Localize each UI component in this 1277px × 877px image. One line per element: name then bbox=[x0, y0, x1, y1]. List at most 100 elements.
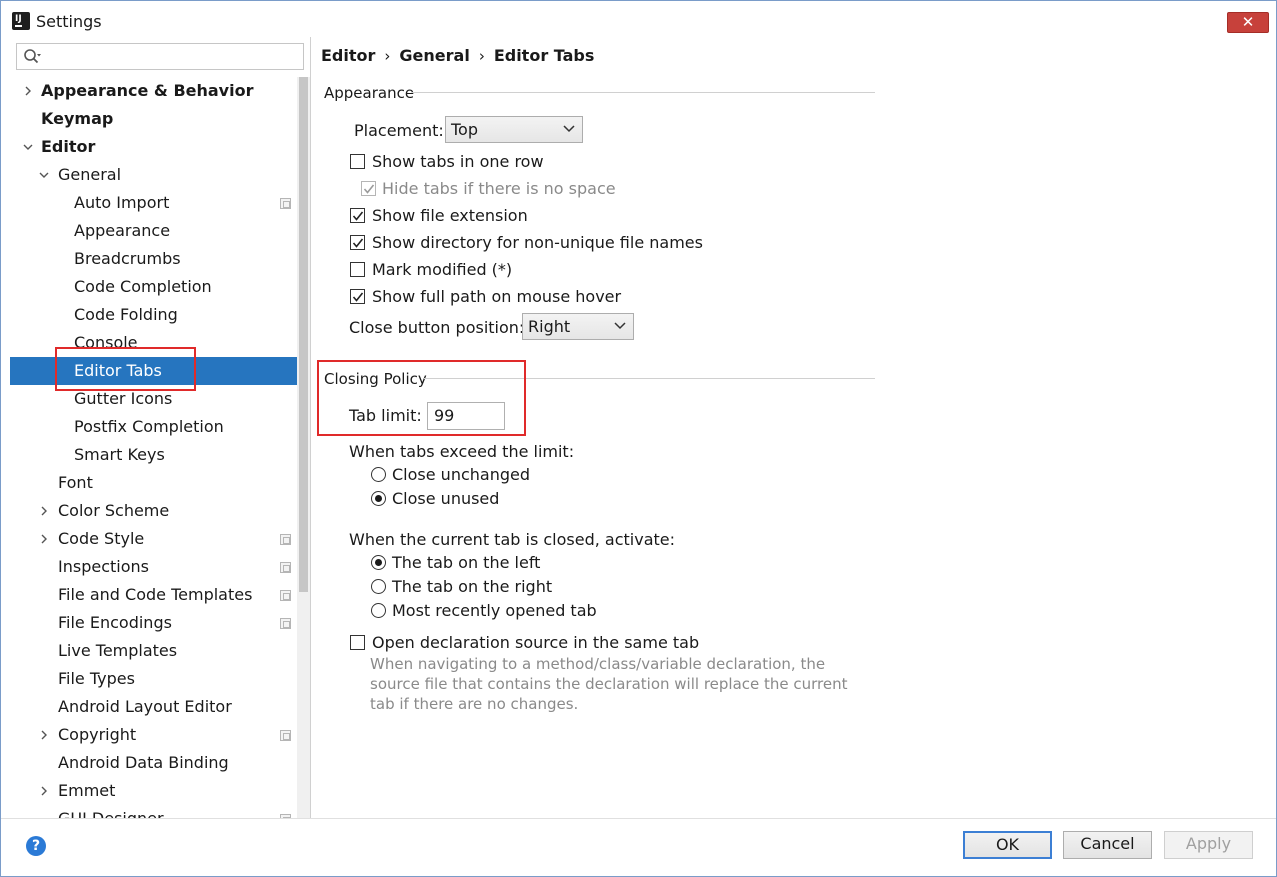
chevron-right-icon[interactable] bbox=[23, 86, 33, 96]
tree-item-label: Smart Keys bbox=[74, 445, 165, 464]
most-recent-tab-label: Most recently opened tab bbox=[392, 601, 597, 620]
tree-item-file-types[interactable]: File Types bbox=[10, 665, 297, 693]
tab-on-right-radio[interactable] bbox=[371, 579, 386, 594]
tab-on-left-label: The tab on the left bbox=[392, 553, 541, 572]
tree-item-live-templates[interactable]: Live Templates bbox=[10, 637, 297, 665]
project-settings-copy-icon bbox=[280, 198, 291, 209]
chevron-down-icon[interactable] bbox=[39, 170, 49, 180]
exceed-limit-label: When tabs exceed the limit: bbox=[349, 442, 575, 461]
apply-button[interactable]: Apply bbox=[1164, 831, 1253, 859]
tree-item-file-encodings[interactable]: File Encodings bbox=[10, 609, 297, 637]
tree-item-android-data-binding[interactable]: Android Data Binding bbox=[10, 749, 297, 777]
close-unused-radio[interactable] bbox=[371, 491, 386, 506]
tree-item-label: Copyright bbox=[58, 725, 137, 744]
project-settings-copy-icon bbox=[280, 590, 291, 601]
chevron-right-icon[interactable] bbox=[39, 534, 49, 544]
show-tabs-one-row-checkbox[interactable] bbox=[350, 154, 365, 169]
tab-on-left-radio[interactable] bbox=[371, 555, 386, 570]
tree-item-label: Font bbox=[58, 473, 93, 492]
show-full-path-label: Show full path on mouse hover bbox=[372, 287, 622, 306]
breadcrumb: Editor › General › Editor Tabs bbox=[321, 46, 594, 65]
intellij-app-icon: IJ bbox=[10, 10, 32, 32]
highlight-box-closing-policy bbox=[317, 360, 526, 436]
tree-item-keymap[interactable]: Keymap bbox=[10, 105, 297, 133]
tree-item-font[interactable]: Font bbox=[10, 469, 297, 497]
tree-item-inspections[interactable]: Inspections bbox=[10, 553, 297, 581]
search-input[interactable] bbox=[16, 43, 304, 70]
show-directory-checkbox[interactable] bbox=[350, 235, 365, 250]
window-title: Settings bbox=[36, 12, 102, 31]
show-full-path-checkbox[interactable] bbox=[350, 289, 365, 304]
breadcrumb-separator: › bbox=[478, 47, 485, 65]
open-declaration-checkbox[interactable] bbox=[350, 635, 365, 650]
most-recent-tab-radio[interactable] bbox=[371, 603, 386, 618]
tree-item-code-style[interactable]: Code Style bbox=[10, 525, 297, 553]
tree-item-file-and-code-templates[interactable]: File and Code Templates bbox=[10, 581, 297, 609]
search-icon bbox=[24, 49, 41, 64]
settings-tree: Appearance & Behavior Keymap Editor General… bbox=[10, 77, 297, 818]
tree-item-code-completion[interactable]: Code Completion bbox=[10, 273, 297, 301]
tree-item-label: Code Folding bbox=[74, 305, 178, 324]
chevron-right-icon[interactable] bbox=[39, 730, 49, 740]
hide-tabs-no-space-label: Hide tabs if there is no space bbox=[382, 179, 616, 198]
tree-item-code-folding[interactable]: Code Folding bbox=[10, 301, 297, 329]
checkmark-icon bbox=[352, 211, 364, 221]
tree-item-gui-designer[interactable]: GUI Designer bbox=[10, 805, 297, 818]
ok-button[interactable]: OK bbox=[963, 831, 1052, 859]
chevron-right-icon[interactable] bbox=[39, 786, 49, 796]
editor-tabs-panel: Editor › General › Editor Tabs Appearance Pl… bbox=[312, 37, 1276, 818]
tree-item-label: Live Templates bbox=[58, 641, 178, 660]
tree-item-label: Appearance & Behavior bbox=[41, 81, 254, 100]
tree-item-smart-keys[interactable]: Smart Keys bbox=[10, 441, 297, 469]
tree-item-appearance-behavior[interactable]: Appearance & Behavior bbox=[10, 77, 297, 105]
close-unused-label: Close unused bbox=[392, 489, 500, 508]
tree-item-general[interactable]: General bbox=[10, 161, 297, 189]
show-file-extension-label: Show file extension bbox=[372, 206, 528, 225]
tree-item-label: General bbox=[58, 165, 122, 184]
breadcrumb-editor: Editor bbox=[321, 46, 376, 65]
radio-selected-dot bbox=[375, 495, 382, 502]
tree-item-label: File Encodings bbox=[58, 613, 172, 632]
close-unchanged-label: Close unchanged bbox=[392, 465, 530, 484]
cancel-button[interactable]: Cancel bbox=[1063, 831, 1152, 859]
close-unchanged-radio[interactable] bbox=[371, 467, 386, 482]
tree-item-color-scheme[interactable]: Color Scheme bbox=[10, 497, 297, 525]
placement-value: Top bbox=[451, 120, 478, 139]
open-declaration-hint: When navigating to a method/class/variab… bbox=[370, 655, 848, 713]
hide-tabs-no-space-checkbox[interactable] bbox=[361, 181, 376, 196]
appearance-section-title: Appearance bbox=[324, 84, 415, 102]
tree-item-postfix-completion[interactable]: Postfix Completion bbox=[10, 413, 297, 441]
tree-item-label: File and Code Templates bbox=[58, 585, 253, 604]
breadcrumb-editor-tabs: Editor Tabs bbox=[493, 46, 595, 65]
tree-item-breadcrumbs[interactable]: Breadcrumbs bbox=[10, 245, 297, 273]
dialog-button-bar: ? OK Cancel Apply bbox=[1, 818, 1276, 876]
show-file-extension-checkbox[interactable] bbox=[350, 208, 365, 223]
tree-item-label: Breadcrumbs bbox=[74, 249, 181, 268]
tree-item-auto-import[interactable]: Auto Import bbox=[10, 189, 297, 217]
help-icon[interactable]: ? bbox=[26, 836, 46, 856]
chevron-down-icon[interactable] bbox=[23, 142, 33, 152]
tree-item-editor[interactable]: Editor bbox=[10, 133, 297, 161]
close-button-position-label: Close button position: bbox=[349, 318, 525, 337]
tree-item-emmet[interactable]: Emmet bbox=[10, 777, 297, 805]
tree-item-copyright[interactable]: Copyright bbox=[10, 721, 297, 749]
tree-item-label: Emmet bbox=[58, 781, 116, 800]
tree-scrollbar-thumb[interactable] bbox=[299, 77, 308, 592]
tree-item-label: Color Scheme bbox=[58, 501, 170, 520]
mark-modified-checkbox[interactable] bbox=[350, 262, 365, 277]
chevron-right-icon[interactable] bbox=[39, 506, 49, 516]
close-button-position-dropdown[interactable]: Right bbox=[522, 313, 634, 340]
placement-label: Placement: bbox=[354, 121, 444, 140]
tree-item-android-layout-editor[interactable]: Android Layout Editor bbox=[10, 693, 297, 721]
close-window-button[interactable]: ✕ bbox=[1227, 12, 1269, 33]
tree-item-appearance[interactable]: Appearance bbox=[10, 217, 297, 245]
breadcrumb-separator: › bbox=[384, 47, 391, 65]
project-settings-copy-icon bbox=[280, 730, 291, 741]
tree-item-label: Keymap bbox=[41, 109, 114, 128]
tree-item-label: Android Data Binding bbox=[58, 753, 229, 772]
settings-window: IJ Settings ✕ Appearance & Behavior Keyma… bbox=[0, 0, 1277, 877]
tree-item-label: Code Style bbox=[58, 529, 145, 548]
tab-on-right-label: The tab on the right bbox=[392, 577, 553, 596]
tree-scrollbar[interactable] bbox=[297, 77, 310, 818]
placement-dropdown[interactable]: Top bbox=[445, 116, 583, 143]
